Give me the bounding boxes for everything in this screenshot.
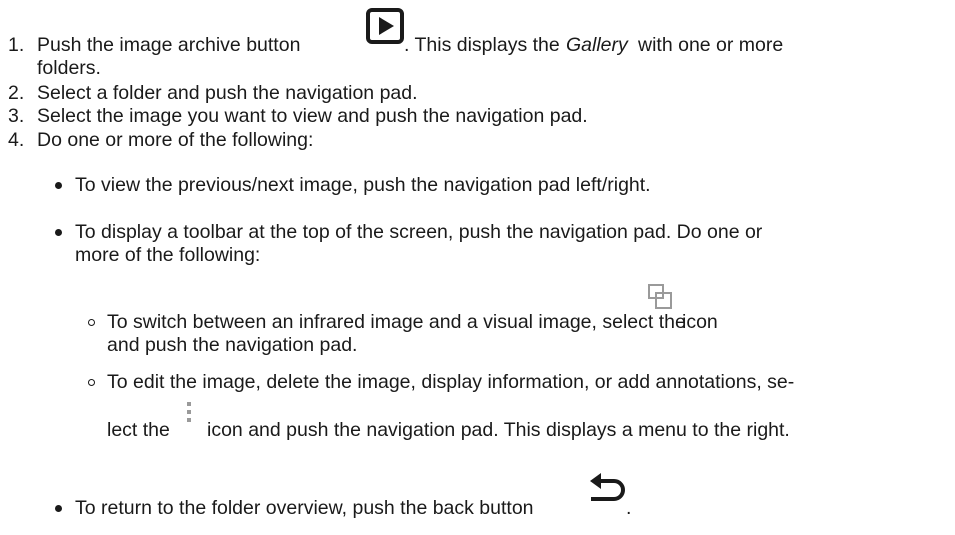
sub-bullet-2-line-2b: icon and push the navigation pad. This d… <box>207 419 790 441</box>
bullet-dot <box>55 229 62 236</box>
sub-bullet-1-line-1a: To switch between an infrared image and … <box>107 311 686 333</box>
bullet-3-end: . <box>626 497 632 519</box>
bullet-2-line-1: To display a toolbar at the top of the s… <box>75 221 763 243</box>
step-1-text-b: . This displays the <box>404 34 560 56</box>
bullet-3-text: To return to the folder overview, push t… <box>75 497 534 519</box>
bullet-1-text: To view the previous/next image, push th… <box>75 174 651 196</box>
gallery-word: Gallery <box>566 34 628 56</box>
step-4-text: Do one or more of the following: <box>37 129 314 151</box>
back-arrow-icon <box>590 473 625 501</box>
step-number-3: 3. <box>8 105 25 127</box>
vertical-dots-menu-icon <box>187 402 191 422</box>
bullet-dot <box>55 505 62 512</box>
sub-bullet-2-line-2a: lect the <box>107 419 170 441</box>
sub-bullet-2-line-1: To edit the image, delete the image, dis… <box>107 371 795 393</box>
bullet-dot <box>55 182 62 189</box>
step-number-1: 1. <box>8 34 25 56</box>
sub-bullet-1-line-1b: icon <box>682 311 718 333</box>
step-number-4: 4. <box>8 129 25 151</box>
step-1-text-c: with one or more <box>638 34 784 56</box>
play-button-icon <box>366 8 404 44</box>
step-1-text-d: folders. <box>37 57 101 79</box>
bullet-2-line-2: more of the following: <box>75 244 261 266</box>
step-1-text-a: Push the image archive button <box>37 34 301 56</box>
sub-bullet-ring <box>88 319 95 326</box>
sub-bullet-ring <box>88 379 95 386</box>
step-2-text: Select a folder and push the navigation … <box>37 82 418 104</box>
switch-image-icon <box>648 284 672 309</box>
step-3-text: Select the image you want to view and pu… <box>37 105 588 127</box>
step-number-2: 2. <box>8 82 25 104</box>
sub-bullet-1-line-2: and push the navigation pad. <box>107 334 358 356</box>
